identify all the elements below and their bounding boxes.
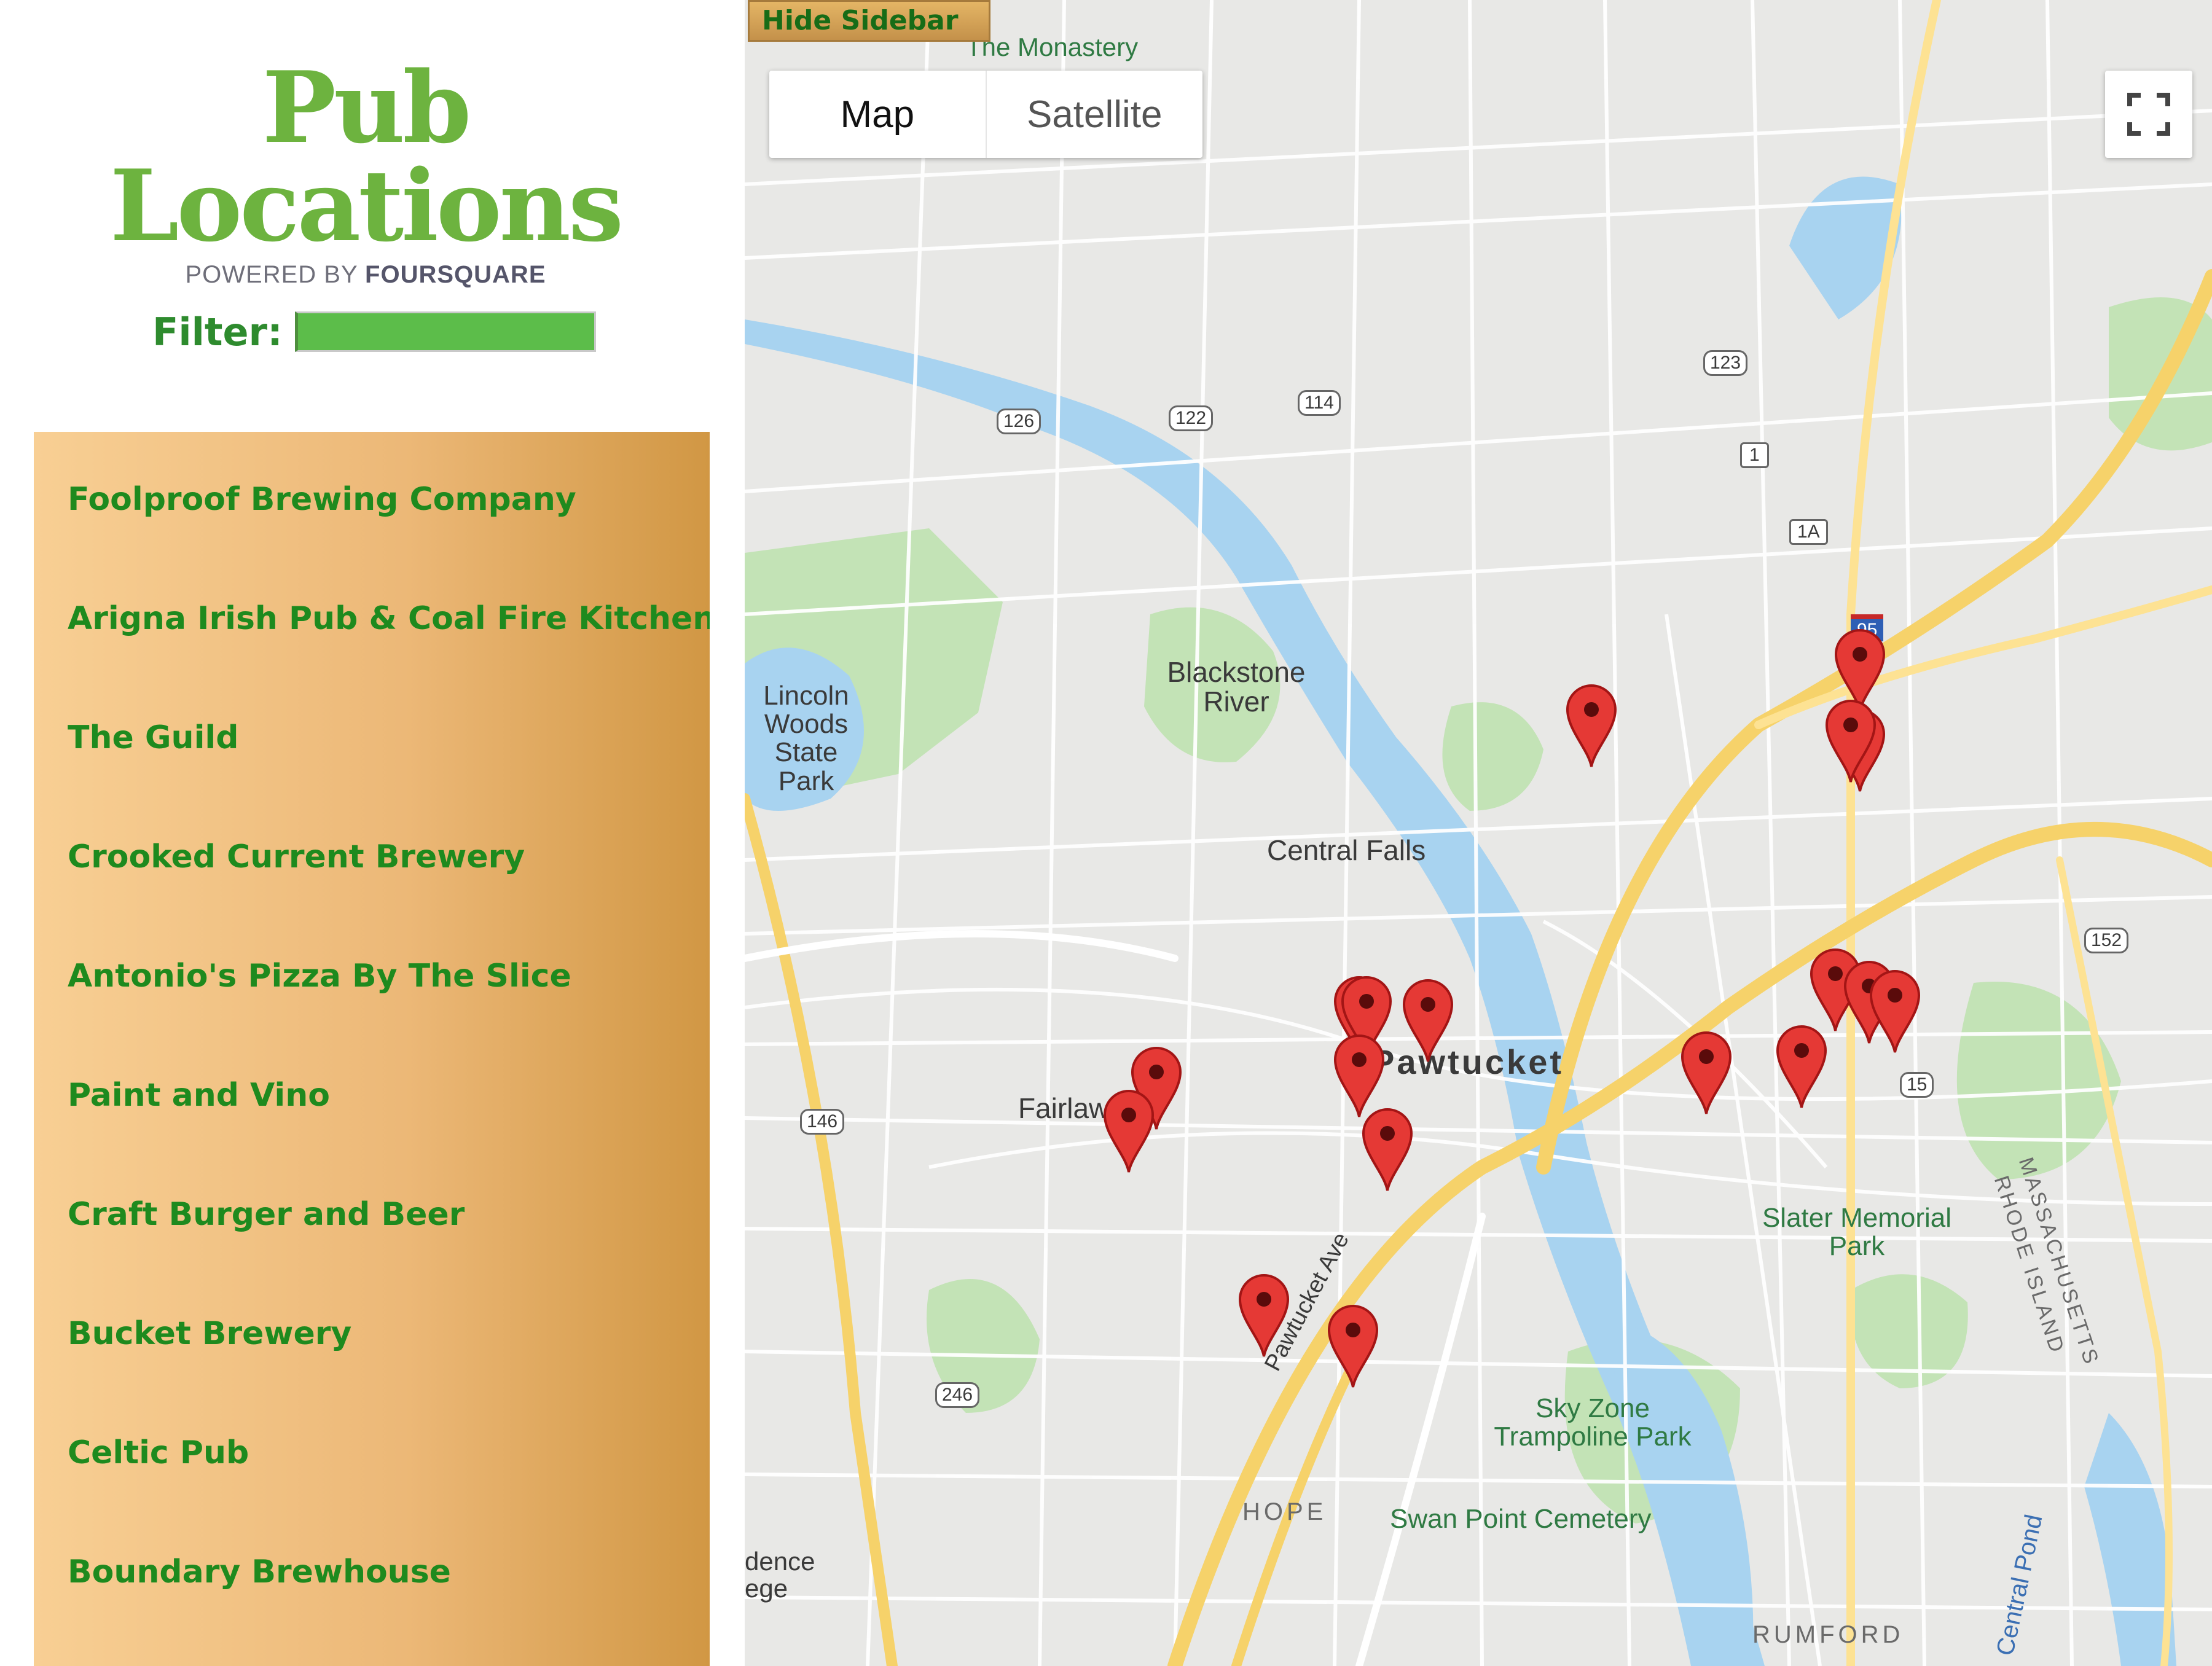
filter-input[interactable] <box>294 311 596 352</box>
map-base <box>745 0 2212 1666</box>
map-canvas[interactable]: Map Satellite The Monastery Lincoln Wood… <box>745 0 2212 1666</box>
map-label-lincoln-woods: Lincoln Woods State Park <box>763 681 849 796</box>
map-marker-icon[interactable] <box>1564 682 1619 768</box>
powered-by-prefix: POWERED BY <box>185 261 358 288</box>
route-shield: 122 <box>1169 405 1214 431</box>
map-marker-icon[interactable] <box>1823 697 1878 783</box>
map-type-satellite-button[interactable]: Satellite <box>987 71 1203 158</box>
map-label-monastery: The Monastery <box>966 33 1139 61</box>
map-marker-icon[interactable] <box>1360 1106 1415 1192</box>
pub-list-item[interactable]: Arigna Irish Pub & Coal Fire Kitchen <box>68 594 710 643</box>
route-shield: 146 <box>800 1109 845 1135</box>
map-label-hope: HOPE <box>1242 1498 1327 1525</box>
map-marker-icon[interactable] <box>1236 1272 1292 1358</box>
map-marker-icon[interactable] <box>1325 1302 1381 1388</box>
map-marker-icon[interactable] <box>1332 1032 1387 1118</box>
route-shield: 114 <box>1298 390 1341 416</box>
map-label-blackstone-river: Blackstone River <box>1167 656 1306 718</box>
fullscreen-button[interactable] <box>2105 71 2192 158</box>
map-marker-icon[interactable] <box>1400 977 1456 1063</box>
route-shield: 1 <box>1740 442 1769 468</box>
route-shield: 126 <box>997 409 1041 434</box>
map-label-sky-zone: Sky Zone Trampoline Park <box>1494 1393 1692 1452</box>
map-type-map-button[interactable]: Map <box>769 71 987 158</box>
map-marker-icon[interactable] <box>1867 968 1923 1054</box>
sidebar: Pub Locations POWERED BY FOURSQUARE Filt… <box>0 0 731 1666</box>
hide-sidebar-button[interactable]: Hide Sidebar <box>748 0 990 42</box>
page-title: Pub Locations <box>109 50 624 264</box>
fullscreen-icon <box>2127 93 2170 136</box>
map-label-rumford: RUMFORD <box>1752 1621 1904 1648</box>
map-marker-icon[interactable] <box>1679 1029 1734 1115</box>
pub-list-item[interactable]: Antonio's Pizza By The Slice <box>68 952 571 1001</box>
map-label-providence-college: dence ege <box>745 1547 815 1603</box>
route-shield: 15 <box>1900 1072 1934 1098</box>
route-shield: 152 <box>2084 928 2129 953</box>
pub-list-item[interactable]: Craft Burger and Beer <box>68 1190 465 1239</box>
map-type-control: Map Satellite <box>769 71 1202 158</box>
map-marker-icon[interactable] <box>1774 1023 1829 1109</box>
powered-by-foursquare: POWERED BY FOURSQUARE <box>0 261 731 289</box>
pub-list-item[interactable]: Celtic Pub <box>68 1428 249 1477</box>
pub-list-panel: Foolproof Brewing Company Arigna Irish P… <box>34 432 710 1666</box>
pub-list-item[interactable]: Crooked Current Brewery <box>68 832 525 882</box>
route-shield: 246 <box>935 1382 980 1408</box>
pub-list-item[interactable]: The Guild <box>68 713 238 762</box>
map-label-central-falls: Central Falls <box>1267 834 1426 866</box>
map-label-slater-park: Slater Memorial Park <box>1762 1203 1952 1262</box>
pub-list-item[interactable]: Paint and Vino <box>68 1071 330 1120</box>
pub-list-item[interactable]: Boundary Brewhouse <box>68 1547 451 1597</box>
map-label-swan-point: Swan Point Cemetery <box>1390 1504 1652 1534</box>
route-shield: 123 <box>1703 350 1748 376</box>
map-marker-icon[interactable] <box>1101 1087 1156 1173</box>
filter-row: Filter: <box>152 307 596 356</box>
filter-label: Filter: <box>152 309 283 354</box>
pub-list-item[interactable]: Foolproof Brewing Company <box>68 475 576 524</box>
route-shield: 1A <box>1789 519 1828 545</box>
pub-list-item[interactable]: Bucket Brewery <box>68 1309 351 1358</box>
foursquare-brand: FOURSQUARE <box>365 261 546 288</box>
